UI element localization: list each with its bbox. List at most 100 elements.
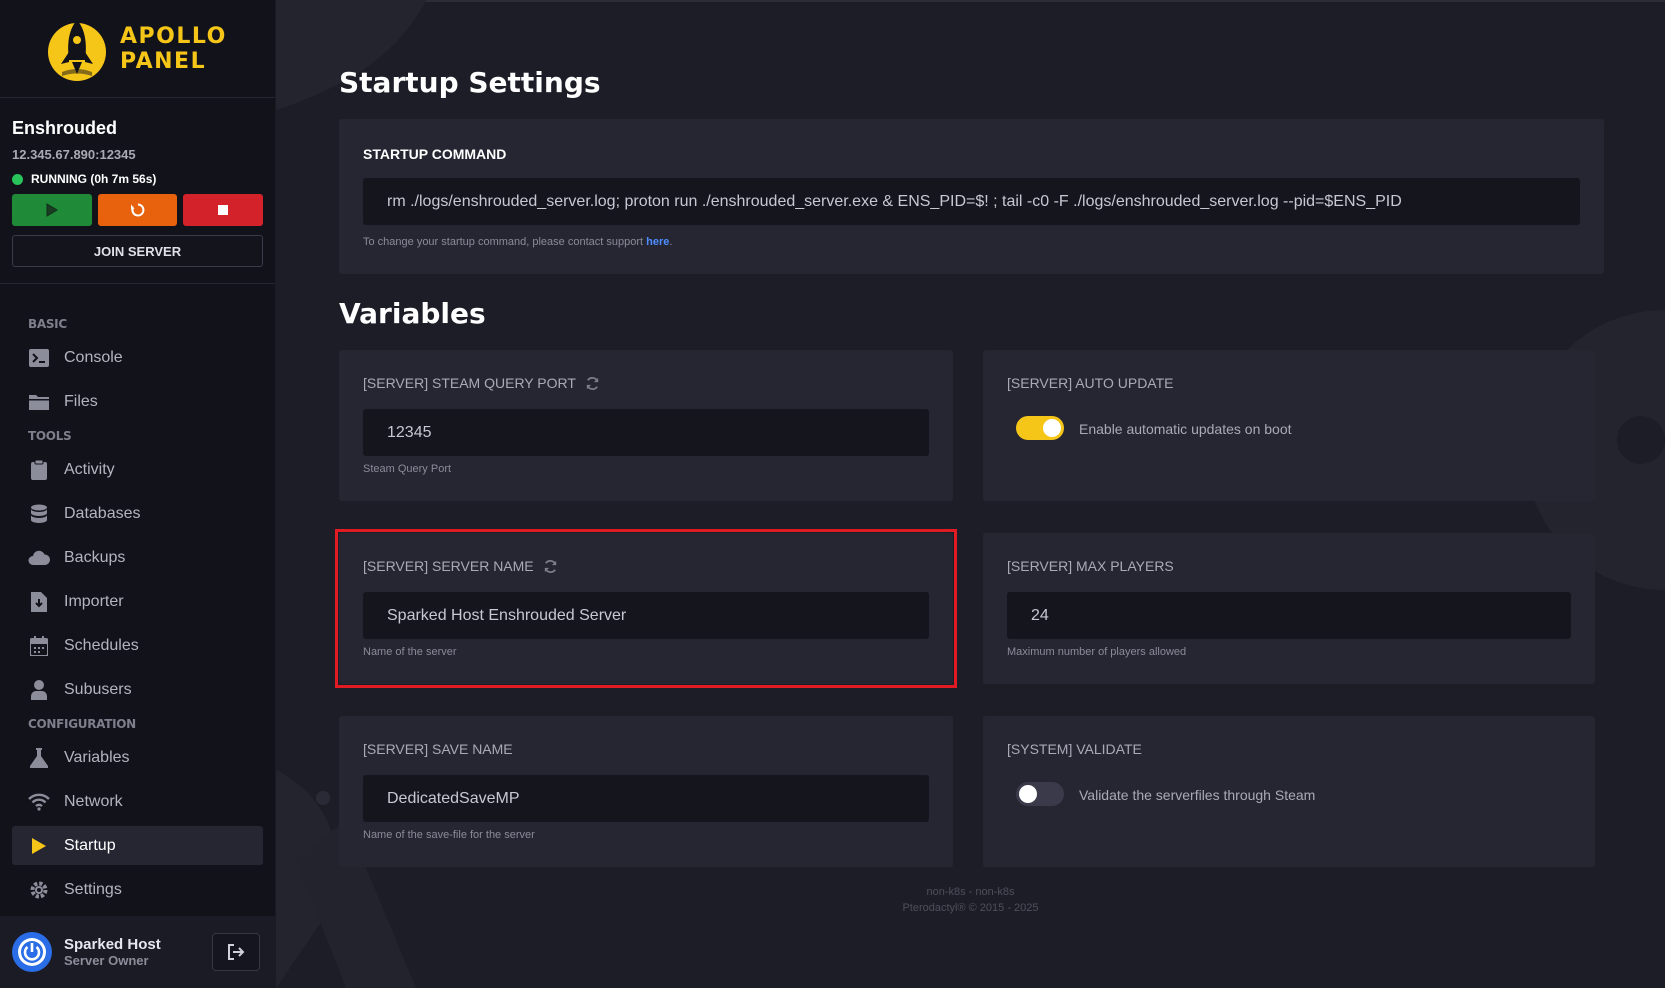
sidebar-item-label: Subusers — [64, 680, 132, 698]
refresh-icon[interactable] — [585, 376, 600, 391]
toggle-knob — [1043, 419, 1061, 437]
database-icon — [28, 503, 50, 525]
sidebar-item-settings[interactable]: Settings — [12, 870, 263, 909]
steam-query-port-input[interactable]: 12345 — [363, 409, 929, 456]
user-icon — [28, 679, 50, 701]
restart-icon — [130, 203, 144, 217]
startup-command-label: STARTUP COMMAND — [363, 146, 507, 162]
variable-label: [SERVER] STEAM QUERY PORT — [363, 375, 600, 391]
variables-title: Variables — [339, 297, 486, 330]
sidebar-item-variables[interactable]: Variables — [12, 738, 263, 777]
sidebar-item-files[interactable]: Files — [12, 382, 263, 421]
toggle-label: Validate the serverfiles through Steam — [1079, 787, 1316, 803]
sidebar-item-label: Console — [64, 348, 123, 366]
sidebar-item-activity[interactable]: Activity — [12, 450, 263, 489]
brand-line-1: APOLLO — [120, 23, 227, 49]
main-content: Startup Settings STARTUP COMMAND rm ./lo… — [276, 0, 1665, 988]
variable-card-auto-update: [SERVER] AUTO UPDATE Enable automatic up… — [983, 350, 1595, 501]
variable-label-text: [SERVER] STEAM QUERY PORT — [363, 375, 576, 391]
variable-label: [SYSTEM] VALIDATE — [1007, 741, 1142, 757]
footer-line-1: non-k8s - non-k8s — [926, 886, 1015, 898]
user-role: Server Owner — [64, 953, 149, 968]
status-text: RUNNING (0h 7m 56s) — [31, 172, 157, 186]
sidebar-item-schedules[interactable]: Schedules — [12, 626, 263, 665]
hint-suffix: . — [669, 236, 673, 248]
cloud-icon — [28, 547, 50, 569]
save-name-input[interactable]: DedicatedSaveMP — [363, 775, 929, 822]
variable-label: [SERVER] MAX PLAYERS — [1007, 558, 1174, 574]
rocket-logo-icon — [48, 19, 106, 81]
stop-button[interactable] — [183, 194, 264, 226]
logout-button[interactable] — [212, 933, 260, 971]
server-address[interactable]: 12.345.67.890:12345 — [12, 147, 263, 162]
sidebar-item-label: Activity — [64, 460, 115, 478]
footer: non-k8s - non-k8s Pterodactyl® © 2015 - … — [276, 884, 1665, 916]
validate-toggle[interactable] — [1016, 782, 1064, 806]
startup-command-field[interactable]: rm ./logs/enshrouded_server.log; proton … — [363, 178, 1580, 225]
restart-button[interactable] — [97, 194, 178, 226]
toggle-label: Enable automatic updates on boot — [1079, 421, 1292, 437]
user-info: Sparked Host Server Owner — [64, 936, 212, 968]
variable-card-validate: [SYSTEM] VALIDATE Validate the serverfil… — [983, 716, 1595, 867]
flask-icon — [28, 747, 50, 769]
sidebar: APOLLO PANEL Enshrouded 12.345.67.890:12… — [0, 0, 276, 988]
variable-label: [SERVER] SERVER NAME — [363, 558, 558, 574]
user-name: Sparked Host — [64, 936, 161, 953]
startup-settings-title: Startup Settings — [339, 66, 601, 99]
variable-hint: Maximum number of players allowed — [1007, 646, 1187, 658]
variable-label: [SERVER] SAVE NAME — [363, 741, 513, 757]
variable-card-steam-query-port: [SERVER] STEAM QUERY PORT 12345 Steam Qu… — [339, 350, 953, 501]
variable-card-max-players: [SERVER] MAX PLAYERS 24 Maximum number o… — [983, 533, 1595, 684]
sidebar-nav: BASIC Console Files TOOLS Activity Datab… — [0, 284, 275, 909]
sidebar-item-databases[interactable]: Databases — [12, 494, 263, 533]
sidebar-item-subusers[interactable]: Subusers — [12, 670, 263, 709]
auto-update-toggle[interactable] — [1016, 416, 1064, 440]
join-server-button[interactable]: JOIN SERVER — [12, 235, 263, 267]
clipboard-icon — [28, 459, 50, 481]
sidebar-item-label: Variables — [64, 748, 130, 766]
play-icon — [28, 835, 50, 857]
contact-support-link[interactable]: here — [646, 236, 669, 248]
refresh-icon[interactable] — [543, 559, 558, 574]
variable-hint: Name of the server — [363, 646, 457, 658]
power-logo-icon — [18, 938, 46, 966]
folder-icon — [28, 391, 50, 413]
sidebar-item-console[interactable]: Console — [12, 338, 263, 377]
sidebar-item-label: Backups — [64, 548, 126, 566]
brand-line-2: PANEL — [120, 48, 207, 74]
max-players-input[interactable]: 24 — [1007, 592, 1571, 639]
sidebar-item-backups[interactable]: Backups — [12, 538, 263, 577]
play-icon — [46, 203, 58, 217]
start-button[interactable] — [12, 194, 92, 226]
nav-section-tools: TOOLS — [28, 429, 72, 443]
sidebar-item-label: Network — [64, 792, 123, 810]
server-name-input[interactable]: Sparked Host Enshrouded Server — [363, 592, 929, 639]
sidebar-item-label: Importer — [64, 592, 124, 610]
file-import-icon — [28, 591, 50, 613]
variable-label: [SERVER] AUTO UPDATE — [1007, 375, 1174, 391]
server-info: Enshrouded 12.345.67.890:12345 RUNNING (… — [0, 98, 275, 284]
brand-logo-area[interactable]: APOLLO PANEL — [0, 0, 275, 98]
sidebar-item-label: Databases — [64, 504, 141, 522]
footer-line-2: Pterodactyl® © 2015 - 2025 — [902, 902, 1039, 914]
top-divider — [276, 0, 1665, 2]
toggle-knob — [1019, 785, 1037, 803]
stop-icon — [218, 205, 229, 215]
sidebar-item-importer[interactable]: Importer — [12, 582, 263, 621]
sidebar-item-label: Schedules — [64, 636, 139, 654]
variable-hint: Name of the save-file for the server — [363, 829, 535, 841]
logout-icon — [228, 944, 245, 960]
startup-command-hint: To change your startup command, please c… — [363, 236, 672, 248]
server-status: RUNNING (0h 7m 56s) — [12, 172, 263, 186]
variable-label-text: [SERVER] SERVER NAME — [363, 558, 534, 574]
avatar[interactable] — [12, 932, 52, 972]
sidebar-item-startup[interactable]: Startup — [12, 826, 263, 865]
variable-card-server-name: [SERVER] SERVER NAME Sparked Host Enshro… — [339, 533, 953, 684]
gear-icon — [28, 879, 50, 901]
calendar-icon — [28, 635, 50, 657]
sidebar-item-label: Startup — [64, 836, 116, 854]
sidebar-item-label: Settings — [64, 880, 122, 898]
variable-card-save-name: [SERVER] SAVE NAME DedicatedSaveMP Name … — [339, 716, 953, 867]
server-name: Enshrouded — [12, 118, 118, 138]
sidebar-item-network[interactable]: Network — [12, 782, 263, 821]
